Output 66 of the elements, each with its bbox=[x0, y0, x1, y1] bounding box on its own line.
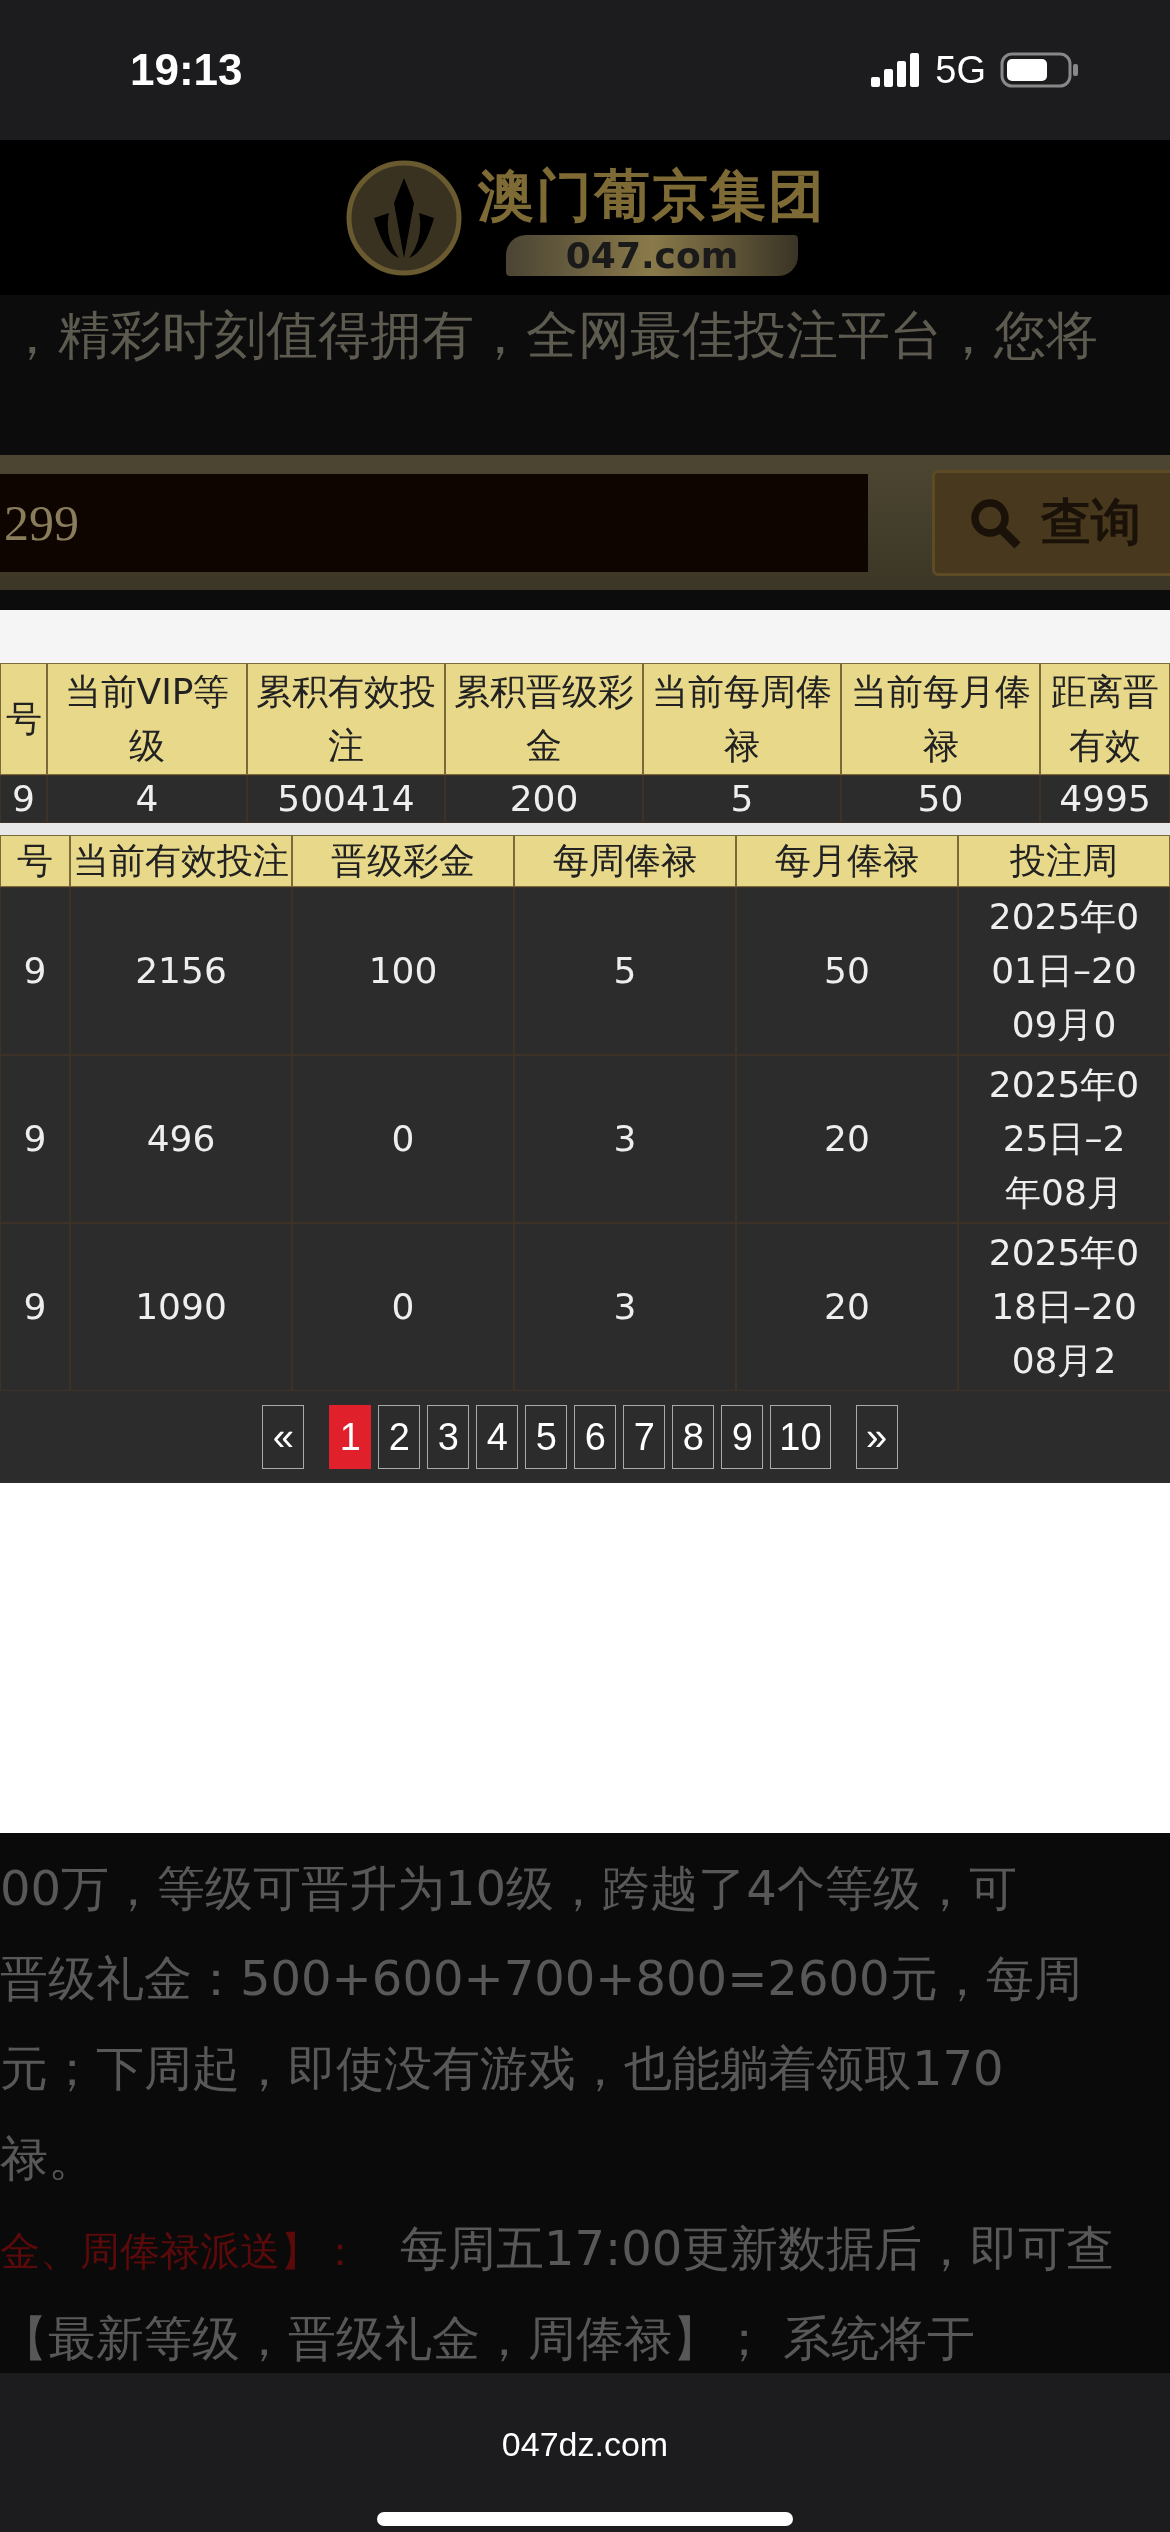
next-page-button[interactable]: » bbox=[855, 1405, 898, 1469]
signal-icon bbox=[871, 53, 922, 87]
table-cell: 200 bbox=[445, 775, 643, 823]
column-header: 当前每月俸禄 bbox=[841, 663, 1040, 775]
page-button[interactable]: 1 bbox=[329, 1405, 372, 1469]
page-button[interactable]: 5 bbox=[525, 1405, 568, 1469]
search-field[interactable]: 299 bbox=[0, 473, 868, 572]
column-header: 晋级彩金 bbox=[292, 835, 514, 887]
column-header: 号 bbox=[0, 835, 70, 887]
table-cell: 9 bbox=[0, 1223, 70, 1391]
column-header: 每周俸禄 bbox=[514, 835, 736, 887]
table-cell: 0 bbox=[292, 1055, 514, 1223]
table-cell: 9 bbox=[0, 1055, 70, 1223]
table-cell: 3 bbox=[514, 1223, 736, 1391]
brand-name: 澳门葡京集团 bbox=[478, 162, 826, 230]
column-header: 投注周 bbox=[958, 835, 1170, 887]
table-cell: 5 bbox=[514, 887, 736, 1055]
note-text: 00万，等级可晋升为10级，跨越了4个等级，可 bbox=[0, 1860, 1017, 1916]
column-header: 累积晋级彩金 bbox=[445, 663, 643, 775]
table-cell: 2025年0 18日–20 08月2 bbox=[958, 1223, 1170, 1391]
marquee-text: ，精彩时刻值得拥有，全网最佳投注平台，您将 bbox=[6, 305, 1098, 365]
column-header: 当前VIP等级 bbox=[47, 663, 247, 775]
column-header: 当前有效投注 bbox=[70, 835, 292, 887]
note-text: 每周五17:00更新数据后，即可查 bbox=[400, 2220, 1115, 2276]
status-time: 19:13 bbox=[130, 45, 243, 95]
table-cell: 5 bbox=[643, 775, 841, 823]
network-label: 5G bbox=[935, 48, 986, 92]
page-button[interactable]: 4 bbox=[476, 1405, 519, 1469]
note-text: 【最新等级，晋级礼金，周俸禄】； 系统将于 bbox=[0, 2310, 976, 2366]
table-cell: 20 bbox=[736, 1223, 958, 1391]
table-cell: 2025年0 25日–2 年08月 bbox=[958, 1055, 1170, 1223]
column-header: 距离晋有效 bbox=[1040, 663, 1170, 775]
column-header: 当前每周俸禄 bbox=[643, 663, 841, 775]
table-cell: 9 bbox=[0, 887, 70, 1055]
note-text: 元；下周起，即使没有游戏，也能躺着领取170 bbox=[0, 2040, 1004, 2096]
table-cell: 1090 bbox=[70, 1223, 292, 1391]
note-label: 金、周俸禄派送】： bbox=[0, 2228, 360, 2274]
note-text: 禄。 bbox=[0, 2130, 96, 2186]
page-button[interactable]: 8 bbox=[672, 1405, 715, 1469]
page-button[interactable]: 6 bbox=[574, 1405, 617, 1469]
brand-domain: 047.com bbox=[505, 235, 799, 276]
table-cell: 3 bbox=[514, 1055, 736, 1223]
table-cell: 2156 bbox=[70, 887, 292, 1055]
column-header: 累积有效投注 bbox=[247, 663, 445, 775]
column-header: 每月俸禄 bbox=[736, 835, 958, 887]
battery-icon bbox=[1000, 50, 1080, 90]
table-cell: 50 bbox=[841, 775, 1040, 823]
table-cell: 4995 bbox=[1040, 775, 1170, 823]
page-button[interactable]: 10 bbox=[770, 1405, 831, 1469]
page-button[interactable]: 7 bbox=[623, 1405, 666, 1469]
table-cell: 2025年0 01日–20 09月0 bbox=[958, 887, 1170, 1055]
table-cell: 100 bbox=[292, 887, 514, 1055]
previous-page-button[interactable]: « bbox=[262, 1405, 305, 1469]
table-cell: 50 bbox=[736, 887, 958, 1055]
table-cell: 0 bbox=[292, 1223, 514, 1391]
column-header: 号 bbox=[0, 663, 47, 775]
table-cell: 20 bbox=[736, 1055, 958, 1223]
table-cell: 496 bbox=[70, 1055, 292, 1223]
page-button[interactable]: 3 bbox=[427, 1405, 470, 1469]
table-cell: 4 bbox=[47, 775, 247, 823]
page-button[interactable]: 2 bbox=[378, 1405, 421, 1469]
page-button[interactable]: 9 bbox=[721, 1405, 764, 1469]
note-text: 晋级礼金：500+600+700+800=2600元，每周 bbox=[0, 1950, 1082, 2006]
table-cell: 500414 bbox=[247, 775, 445, 823]
address-bar-url[interactable]: 047dz.com bbox=[501, 2425, 669, 2464]
table-cell: 9 bbox=[0, 775, 47, 823]
